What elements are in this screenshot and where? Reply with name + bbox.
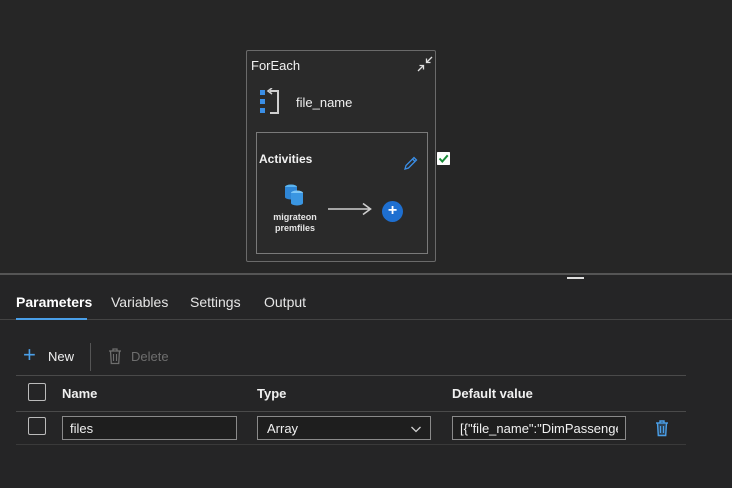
tab-parameters[interactable]: Parameters: [16, 294, 92, 310]
database-icon[interactable]: [283, 183, 305, 207]
header-divider: [16, 411, 686, 412]
foreach-activity-card[interactable]: ForEach file_name Activities migrateon p…: [246, 50, 436, 262]
row-checkbox[interactable]: [28, 417, 46, 435]
foreach-icon: [260, 88, 279, 114]
select-all-checkbox[interactable]: [28, 383, 46, 401]
checkbox-checked-icon[interactable]: [437, 152, 450, 165]
collapse-icon[interactable]: [417, 56, 433, 72]
new-label: New: [48, 349, 75, 364]
activity-name[interactable]: migrateon premfiles: [265, 212, 325, 234]
tab-variables[interactable]: Variables: [111, 294, 168, 310]
properties-panel: [0, 275, 732, 488]
plus-icon: +: [23, 342, 36, 367]
row-divider: [16, 444, 686, 445]
active-tab-indicator: [16, 318, 87, 320]
splitter-handle[interactable]: [567, 277, 584, 279]
foreach-items-label: file_name: [296, 95, 353, 110]
arrow-right-icon: [328, 202, 372, 216]
parameter-name-input[interactable]: [62, 416, 237, 440]
parameter-type-select[interactable]: Array: [257, 416, 431, 440]
foreach-title: ForEach: [251, 58, 301, 73]
parameter-type-value: Array: [267, 421, 299, 436]
tabs-divider: [0, 319, 732, 320]
trash-icon[interactable]: [655, 419, 669, 437]
column-header-type: Type: [257, 386, 287, 401]
pencil-icon[interactable]: [403, 155, 419, 171]
add-activity-button[interactable]: +: [382, 201, 403, 222]
parameter-default-value-input[interactable]: [452, 416, 626, 440]
column-header-default-value: Default value: [452, 386, 533, 401]
trash-icon: [109, 348, 121, 365]
tab-settings[interactable]: Settings: [190, 294, 241, 310]
tab-output[interactable]: Output: [264, 294, 306, 310]
column-header-name: Name: [62, 386, 98, 401]
table-border: [16, 375, 686, 376]
delete-label: Delete: [131, 349, 169, 364]
activities-title: Activities: [259, 152, 313, 166]
chevron-down-icon: [411, 426, 421, 433]
toolbar-divider: [90, 343, 91, 371]
activities-container[interactable]: Activities migrateon premfiles +: [256, 132, 428, 254]
